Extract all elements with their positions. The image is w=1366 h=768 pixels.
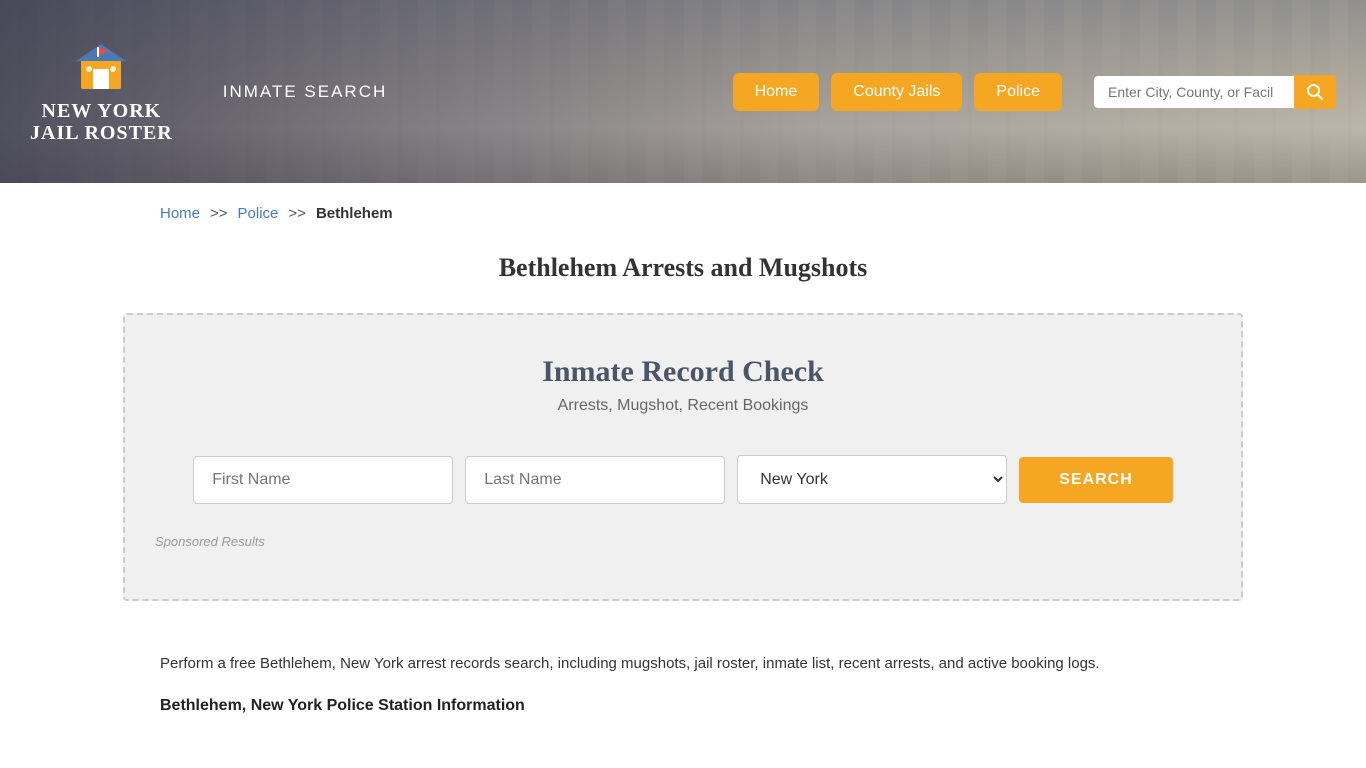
search-icon [1306,83,1324,101]
breadcrumb-sep-2: >> [288,205,306,222]
site-header: NEW YORK JAIL ROSTER INMATE SEARCH Home … [0,0,1366,183]
record-check-container: Inmate Record Check Arrests, Mugshot, Re… [123,313,1243,601]
sponsored-label: Sponsored Results [155,534,1211,549]
logo-text-jr: JAIL ROSTER [30,122,173,145]
breadcrumb-police-link[interactable]: Police [238,205,279,222]
main-nav: Home County Jails Police [733,73,1336,111]
header-search-input[interactable] [1094,76,1294,108]
breadcrumb-sep-1: >> [210,205,228,222]
state-select[interactable]: New York Alabama Alaska Arizona Californ… [737,455,1007,504]
search-button[interactable]: SEARCH [1019,457,1173,503]
inmate-search-label: INMATE SEARCH [223,82,388,102]
record-check-title: Inmate Record Check [155,355,1211,389]
nav-county-jails-button[interactable]: County Jails [831,73,962,111]
page-title-area: Bethlehem Arrests and Mugshots [0,233,1366,313]
page-title: Bethlehem Arrests and Mugshots [0,253,1366,283]
nav-police-button[interactable]: Police [974,73,1062,111]
content-subheading: Bethlehem, New York Police Station Infor… [160,697,1206,715]
breadcrumb: Home >> Police >> Bethlehem [0,183,1366,233]
first-name-input[interactable] [193,456,453,504]
logo-area: NEW YORK JAIL ROSTER [30,39,173,145]
breadcrumb-home-link[interactable]: Home [160,205,200,222]
header-search-button[interactable] [1294,75,1336,109]
logo-icon [71,39,131,94]
content-area: Perform a free Bethlehem, New York arres… [0,631,1366,765]
logo-text-ny: NEW YORK [42,100,162,122]
search-form-row: New York Alabama Alaska Arizona Californ… [155,455,1211,504]
breadcrumb-current: Bethlehem [316,205,393,222]
last-name-input[interactable] [465,456,725,504]
header-search-area [1094,75,1336,109]
record-check-subtitle: Arrests, Mugshot, Recent Bookings [155,397,1211,415]
content-paragraph: Perform a free Bethlehem, New York arres… [160,651,1206,677]
nav-home-button[interactable]: Home [733,73,820,111]
